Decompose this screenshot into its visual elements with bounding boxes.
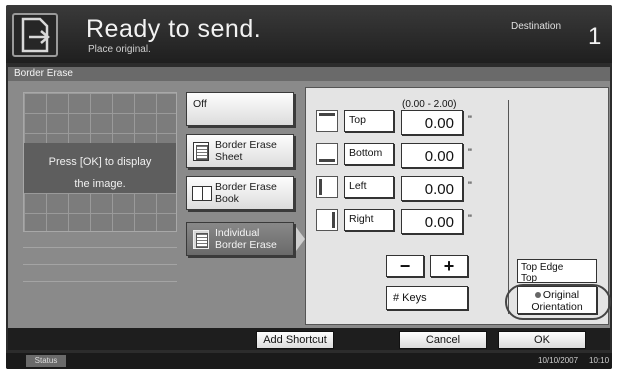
- destination-label: Destination: [511, 21, 562, 32]
- destination-count: 1: [588, 23, 602, 50]
- edge-label-line1: Top Edge: [521, 262, 564, 273]
- edge-label-line2: Top: [521, 273, 538, 283]
- individual-border-erase-button[interactable]: Individual Border Erase: [186, 222, 294, 256]
- numeric-keys-button[interactable]: # Keys: [386, 286, 468, 310]
- status-date: 10/10/2007: [538, 356, 579, 365]
- original-preview: Press [OK] to display the image.: [23, 92, 177, 232]
- top-edge-icon: [316, 110, 338, 132]
- left-edge-icon: [316, 176, 338, 198]
- book-label-line2: Book: [215, 193, 239, 205]
- preview-info-lines: [23, 247, 177, 298]
- page-title: Ready to send.: [86, 15, 262, 43]
- off-button[interactable]: Off: [186, 92, 294, 126]
- preview-message-line2: the image.: [74, 178, 126, 190]
- sheet-document-icon: [193, 142, 209, 161]
- individual-label: Individual Border Erase: [215, 227, 277, 251]
- left-value-field[interactable]: 0.00: [401, 176, 463, 201]
- bottom-side-button[interactable]: Bottom: [344, 143, 394, 165]
- top-value-field[interactable]: 0.00: [401, 110, 463, 135]
- cancel-button[interactable]: Cancel: [399, 331, 487, 349]
- sheet-label: Border Erase Sheet: [215, 139, 277, 163]
- sheet-label-line1: Border Erase: [215, 139, 277, 151]
- border-erase-sheet-button[interactable]: Border Erase Sheet: [186, 134, 294, 168]
- individual-document-icon: [193, 230, 209, 249]
- top-edge-display: Top Edge Top: [517, 259, 597, 283]
- bottom-edge-icon: [316, 143, 338, 165]
- section-title: Border Erase: [8, 67, 610, 81]
- info-line: [23, 247, 177, 248]
- page-subtitle: Place original.: [88, 44, 151, 55]
- add-shortcut-button[interactable]: Add Shortcut: [256, 331, 334, 349]
- book-label: Border Erase Book: [215, 181, 277, 205]
- minus-button[interactable]: −: [386, 255, 424, 277]
- individual-label-line2: Border Erase: [215, 239, 277, 251]
- top-side-button[interactable]: Top: [344, 110, 394, 132]
- status-button[interactable]: Status: [26, 355, 66, 367]
- left-unit: ": [468, 180, 472, 192]
- send-document-icon: [12, 13, 58, 57]
- bottom-unit: ": [468, 147, 472, 159]
- sheet-label-line2: Sheet: [215, 151, 243, 163]
- open-book-icon: [192, 186, 212, 201]
- status-strip: [6, 353, 612, 369]
- info-line: [23, 281, 177, 282]
- individual-label-line1: Individual: [215, 227, 260, 239]
- top-unit: ": [468, 114, 472, 126]
- plus-button[interactable]: +: [430, 255, 468, 277]
- ok-button[interactable]: OK: [498, 331, 586, 349]
- right-side-button[interactable]: Right: [344, 209, 394, 231]
- status-time: 10:10: [589, 356, 610, 365]
- preview-message: Press [OK] to display the image.: [24, 151, 176, 195]
- right-edge-icon: [316, 209, 338, 231]
- preview-message-line1: Press [OK] to display: [48, 156, 152, 168]
- device-screen: Ready to send. Place original. Destinati…: [6, 5, 612, 369]
- border-erase-book-button[interactable]: Border Erase Book: [186, 176, 294, 210]
- left-side-button[interactable]: Left: [344, 176, 394, 198]
- header-bar: Ready to send. Place original. Destinati…: [6, 5, 612, 63]
- bottom-value-field[interactable]: 0.00: [401, 143, 463, 168]
- value-range: (0.00 - 2.00): [402, 99, 457, 110]
- info-line: [23, 264, 177, 265]
- selection-arrow-icon: [296, 227, 305, 251]
- orientation-highlight-ring: [505, 284, 611, 320]
- off-label: Off: [193, 98, 207, 110]
- right-unit: ": [468, 213, 472, 225]
- right-value-field[interactable]: 0.00: [401, 209, 463, 234]
- book-label-line1: Border Erase: [215, 181, 277, 193]
- settings-divider: [508, 100, 509, 314]
